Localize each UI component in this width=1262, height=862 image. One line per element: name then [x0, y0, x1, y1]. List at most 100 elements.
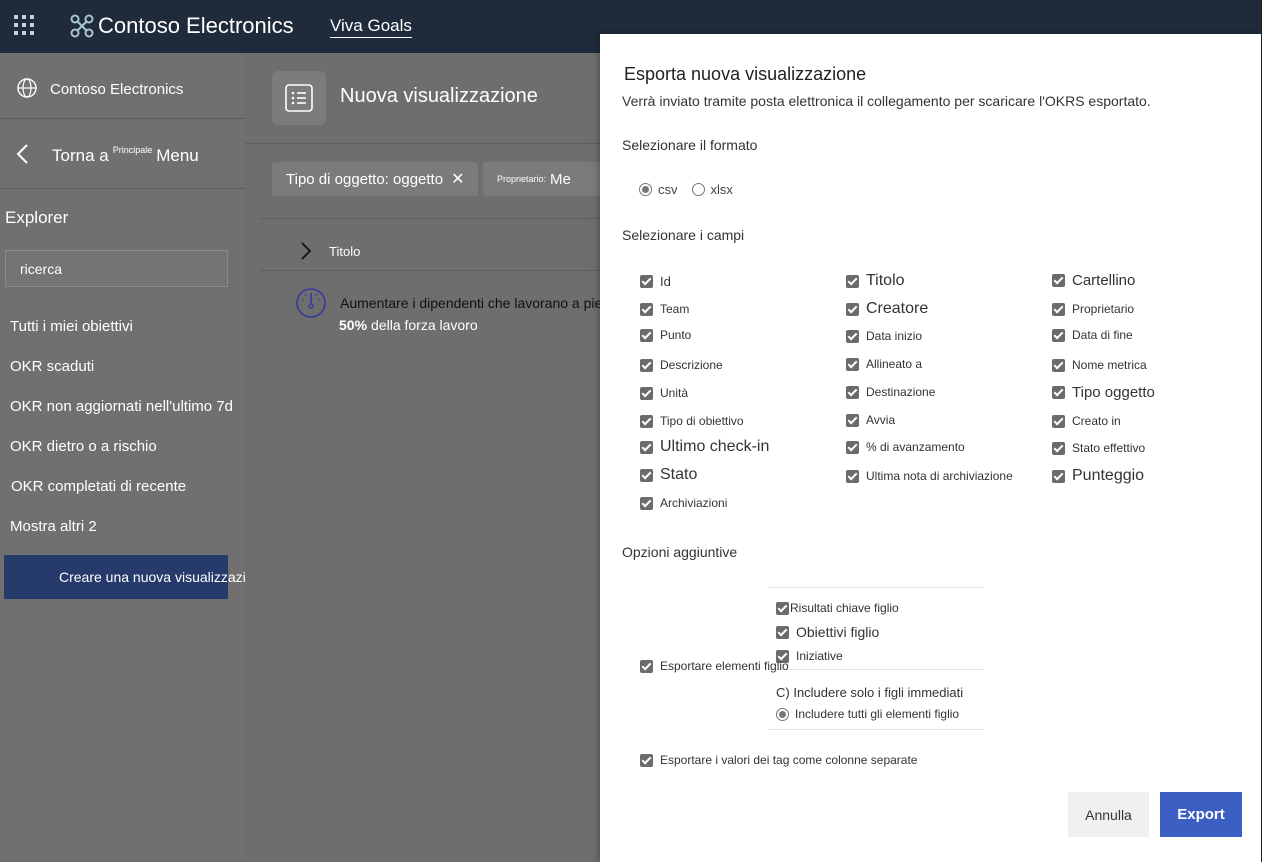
- checkbox-checked-icon: [1052, 441, 1065, 455]
- child-scope-all-option[interactable]: Includere tutti gli elementi figlio: [776, 707, 959, 721]
- nav-item-not-updated-okr[interactable]: OKR non aggiornati nell'ultimo 7d: [10, 398, 233, 415]
- radio-selected-icon: [776, 707, 789, 721]
- field-checkbox-creator[interactable]: Creatore: [846, 300, 928, 318]
- checkbox-checked-icon: [1052, 469, 1065, 483]
- field-checkbox-aligned-to[interactable]: Allineato a: [846, 357, 922, 371]
- chevron-right-icon[interactable]: [299, 241, 313, 261]
- app-launcher-icon[interactable]: [14, 15, 34, 35]
- checkbox-checked-icon: [776, 625, 789, 639]
- nav-item-completed-okr[interactable]: OKR completati di recente: [11, 478, 186, 495]
- field-checkbox-target[interactable]: Destinazione: [846, 385, 935, 399]
- okr-percent: 50%: [339, 317, 368, 333]
- product-name-link[interactable]: Viva Goals: [330, 16, 412, 38]
- field-checkbox-description[interactable]: Descrizione: [640, 358, 723, 372]
- field-checkbox-unit[interactable]: Unità: [640, 386, 688, 400]
- options-label: Opzioni aggiuntive: [622, 544, 738, 560]
- field-label: Tipo di obiettivo: [660, 414, 744, 428]
- field-checkbox-object-type[interactable]: Tipo oggetto: [1052, 384, 1155, 401]
- export-tags-checkbox[interactable]: Esportare i valori dei tag come colonne …: [640, 753, 917, 767]
- format-label-xlsx: xlsx: [710, 182, 733, 197]
- export-button[interactable]: Export: [1160, 792, 1242, 837]
- field-label: Titolo: [866, 272, 905, 289]
- nav-item-show-more[interactable]: Mostra altri 2: [10, 518, 97, 535]
- child-option-label: Obiettivi figlio: [796, 624, 880, 640]
- field-label: Allineato a: [866, 357, 923, 371]
- field-checkbox-status[interactable]: Stato: [640, 466, 697, 484]
- create-view-button[interactable]: Creare una nuova visualizzazione: [4, 555, 269, 599]
- filter-chip-type[interactable]: Tipo di oggetto: oggetto ✕: [272, 162, 479, 196]
- checkbox-checked-icon: [640, 386, 653, 400]
- checkbox-checked-icon: [640, 358, 653, 372]
- field-label: Unità: [660, 386, 689, 400]
- checkbox-checked-icon: [1052, 358, 1065, 372]
- field-checkbox-last-archive-note[interactable]: Ultima nota di archiviazione: [846, 469, 1013, 483]
- filter-chip-owner-value: Me: [550, 170, 571, 188]
- nav-item-expired-okr[interactable]: OKR scaduti: [10, 358, 94, 375]
- filter-chip-owner[interactable]: Proprietario: Me: [483, 162, 613, 196]
- checkbox-checked-icon: [1052, 386, 1065, 399]
- list-icon: [285, 84, 313, 112]
- divider: [261, 218, 600, 219]
- field-label: Data inizio: [866, 329, 923, 343]
- gauge-icon: [296, 288, 326, 318]
- field-checkbox-end-date[interactable]: Data di fine: [1052, 328, 1133, 342]
- nav-item-at-risk-okr[interactable]: OKR dietro o a rischio: [10, 438, 157, 455]
- search-box[interactable]: [5, 250, 228, 287]
- field-label: Nome metrica: [1072, 358, 1147, 372]
- field-label: Ultimo check-in: [660, 438, 770, 455]
- okr-progress: 50% della forza lavoro: [339, 317, 478, 333]
- field-checkbox-start-date[interactable]: Data inizio: [846, 329, 922, 343]
- format-radio-xlsx[interactable]: [691, 183, 705, 196]
- divider: [768, 729, 984, 730]
- checkbox-checked-icon: [846, 440, 859, 454]
- checkbox-checked-icon: [846, 357, 859, 371]
- brand[interactable]: Contoso Electronics: [70, 13, 294, 39]
- checkbox-checked-icon: [640, 468, 653, 482]
- field-label: Destinazione: [866, 385, 936, 399]
- checkbox-checked-icon: [846, 469, 859, 483]
- back-to-main-menu[interactable]: Torna a Principale Menu: [0, 119, 245, 189]
- field-checkbox-point[interactable]: Punto: [640, 328, 691, 342]
- search-input[interactable]: [6, 251, 227, 286]
- nav-item-all-goals[interactable]: Tutti i miei obiettivi: [10, 318, 133, 335]
- field-checkbox-id[interactable]: Id: [640, 274, 671, 289]
- cancel-button[interactable]: Annulla: [1068, 792, 1149, 837]
- brand-name: Contoso Electronics: [98, 13, 294, 38]
- field-checkbox-tag[interactable]: Cartellino: [1052, 272, 1135, 289]
- chevron-left-icon: [16, 144, 28, 164]
- field-checkbox-title[interactable]: Titolo: [846, 272, 905, 290]
- checkbox-checked-icon: [846, 274, 859, 288]
- field-checkbox-owner[interactable]: Proprietario: [1052, 302, 1134, 316]
- checkbox-checked-icon: [846, 329, 859, 343]
- child-checkbox-key-results[interactable]: Risultati chiave figlio: [776, 601, 899, 615]
- child-checkbox-objectives[interactable]: Obiettivi figlio: [776, 624, 879, 640]
- column-header-title[interactable]: Titolo: [329, 244, 360, 259]
- divider: [768, 587, 984, 588]
- field-checkbox-goal-type[interactable]: Tipo di obiettivo: [640, 414, 744, 428]
- field-checkbox-start[interactable]: Avvia: [846, 413, 895, 427]
- field-checkbox-metric-name[interactable]: Nome metrica: [1052, 358, 1147, 372]
- explorer-heading: Explorer: [5, 208, 69, 227]
- checkbox-checked-icon: [640, 302, 653, 316]
- close-icon[interactable]: ✕: [451, 169, 464, 189]
- child-scope-immediate-option[interactable]: C) Includere solo i figli immediati: [776, 685, 963, 700]
- field-checkbox-last-checkin[interactable]: Ultimo check-in: [640, 438, 769, 456]
- field-label: Id: [660, 274, 671, 289]
- field-checkbox-archives[interactable]: Archiviazioni: [640, 496, 727, 510]
- field-checkbox-score[interactable]: Punteggio: [1052, 467, 1144, 485]
- field-checkbox-created-in[interactable]: Creato in: [1052, 414, 1121, 428]
- field-checkbox-effective-status[interactable]: Stato effettivo: [1052, 441, 1145, 455]
- format-radio-csv[interactable]: [639, 183, 652, 196]
- child-scope-all-label: Includere tutti gli elementi figlio: [795, 707, 960, 721]
- panel-subtitle: Verrà inviato tramite posta elettronica …: [622, 93, 1151, 109]
- okr-title-link[interactable]: Aumentare i dipendenti che lavorano a pi…: [340, 295, 640, 311]
- export-children-checkbox[interactable]: Esportare elementi figlio: [640, 659, 789, 673]
- org-switcher[interactable]: Contoso Electronics: [0, 53, 245, 119]
- field-checkbox-progress-percent[interactable]: % di avanzamento: [846, 440, 965, 454]
- field-checkbox-team[interactable]: Team: [640, 302, 689, 316]
- panel-title: Esporta nuova visualizzazione: [624, 64, 867, 84]
- field-label: Archiviazioni: [660, 496, 728, 510]
- contoso-logo-icon: [70, 14, 94, 38]
- okr-progress-text: della forza lavoro: [371, 317, 478, 333]
- filter-chip-type-label: Tipo di oggetto: oggetto: [286, 170, 444, 188]
